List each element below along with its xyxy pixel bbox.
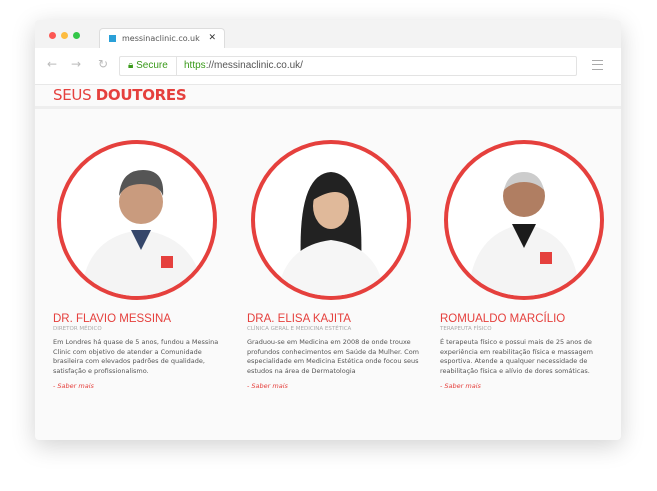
favicon-icon: [109, 35, 116, 42]
menu-icon[interactable]: [592, 60, 603, 70]
doctor-man-image: [468, 172, 580, 296]
back-arrow-icon[interactable]: ←: [47, 57, 57, 71]
saber-mais-link[interactable]: - Saber mais: [440, 382, 620, 390]
doctor-description: Em Londres há quase de 5 anos, fundou a …: [53, 338, 219, 375]
doctor-name: ROMUALDO MARCÍLIO: [440, 313, 566, 325]
doctor-photo: [444, 140, 604, 300]
doctor-role: DIRETOR MÉDICO: [53, 326, 102, 332]
doctor-description: É terapeuta físico e possui mais de 25 a…: [440, 338, 593, 375]
doctor-man-image: [81, 170, 205, 296]
address-bar-row: ← → ↻ 🔒︎ Secure https://messinaclinic.co…: [35, 48, 621, 85]
lock-icon: 🔒︎: [128, 60, 134, 71]
doctor-description: Graduou-se em Medicina em 2008 de onde t…: [247, 338, 420, 375]
minimize-window-button[interactable]: [61, 32, 68, 39]
secure-label: Secure: [136, 60, 168, 71]
doctor-card: DRA. ELISA KAJITA CLÍNICA GERAL E MEDICI…: [247, 140, 427, 390]
doctor-name: DR. FLAVIO MESSINA: [53, 313, 172, 325]
doctor-name: DRA. ELISA KAJITA: [247, 313, 351, 325]
browser-window: messinaclinic.co.uk ✕ ← → ↻ 🔒︎ Secure ht…: [35, 20, 621, 440]
tab-bar: messinaclinic.co.uk ✕: [35, 20, 621, 49]
url-text: ://messinaclinic.co.uk/: [205, 60, 303, 71]
url-scheme: https: [184, 60, 206, 71]
page-title: SEUS DOUTORES: [53, 86, 187, 104]
reload-icon[interactable]: ↻: [98, 57, 108, 71]
divider: [35, 106, 621, 109]
doctor-photo: [57, 140, 217, 300]
browser-tab[interactable]: messinaclinic.co.uk ✕: [99, 28, 225, 49]
doctor-role: CLÍNICA GERAL E MEDICINA ESTÉTICA: [247, 326, 352, 332]
maximize-window-button[interactable]: [73, 32, 80, 39]
doctor-card: ROMUALDO MARCÍLIO TERAPEUTA FÍSICO É ter…: [440, 140, 620, 390]
doctor-card: DR. FLAVIO MESSINA DIRETOR MÉDICO Em Lon…: [53, 140, 233, 390]
doctor-woman-image: [277, 172, 385, 296]
close-tab-icon[interactable]: ✕: [208, 33, 216, 43]
url-input[interactable]: 🔒︎ Secure https://messinaclinic.co.uk/: [119, 56, 577, 76]
saber-mais-link[interactable]: - Saber mais: [247, 382, 427, 390]
doctor-photo: [251, 140, 411, 300]
saber-mais-link[interactable]: - Saber mais: [53, 382, 233, 390]
close-window-button[interactable]: [49, 32, 56, 39]
forward-arrow-icon[interactable]: →: [71, 57, 81, 71]
doctor-role: TERAPEUTA FÍSICO: [440, 326, 492, 332]
tab-title: messinaclinic.co.uk: [122, 34, 200, 43]
